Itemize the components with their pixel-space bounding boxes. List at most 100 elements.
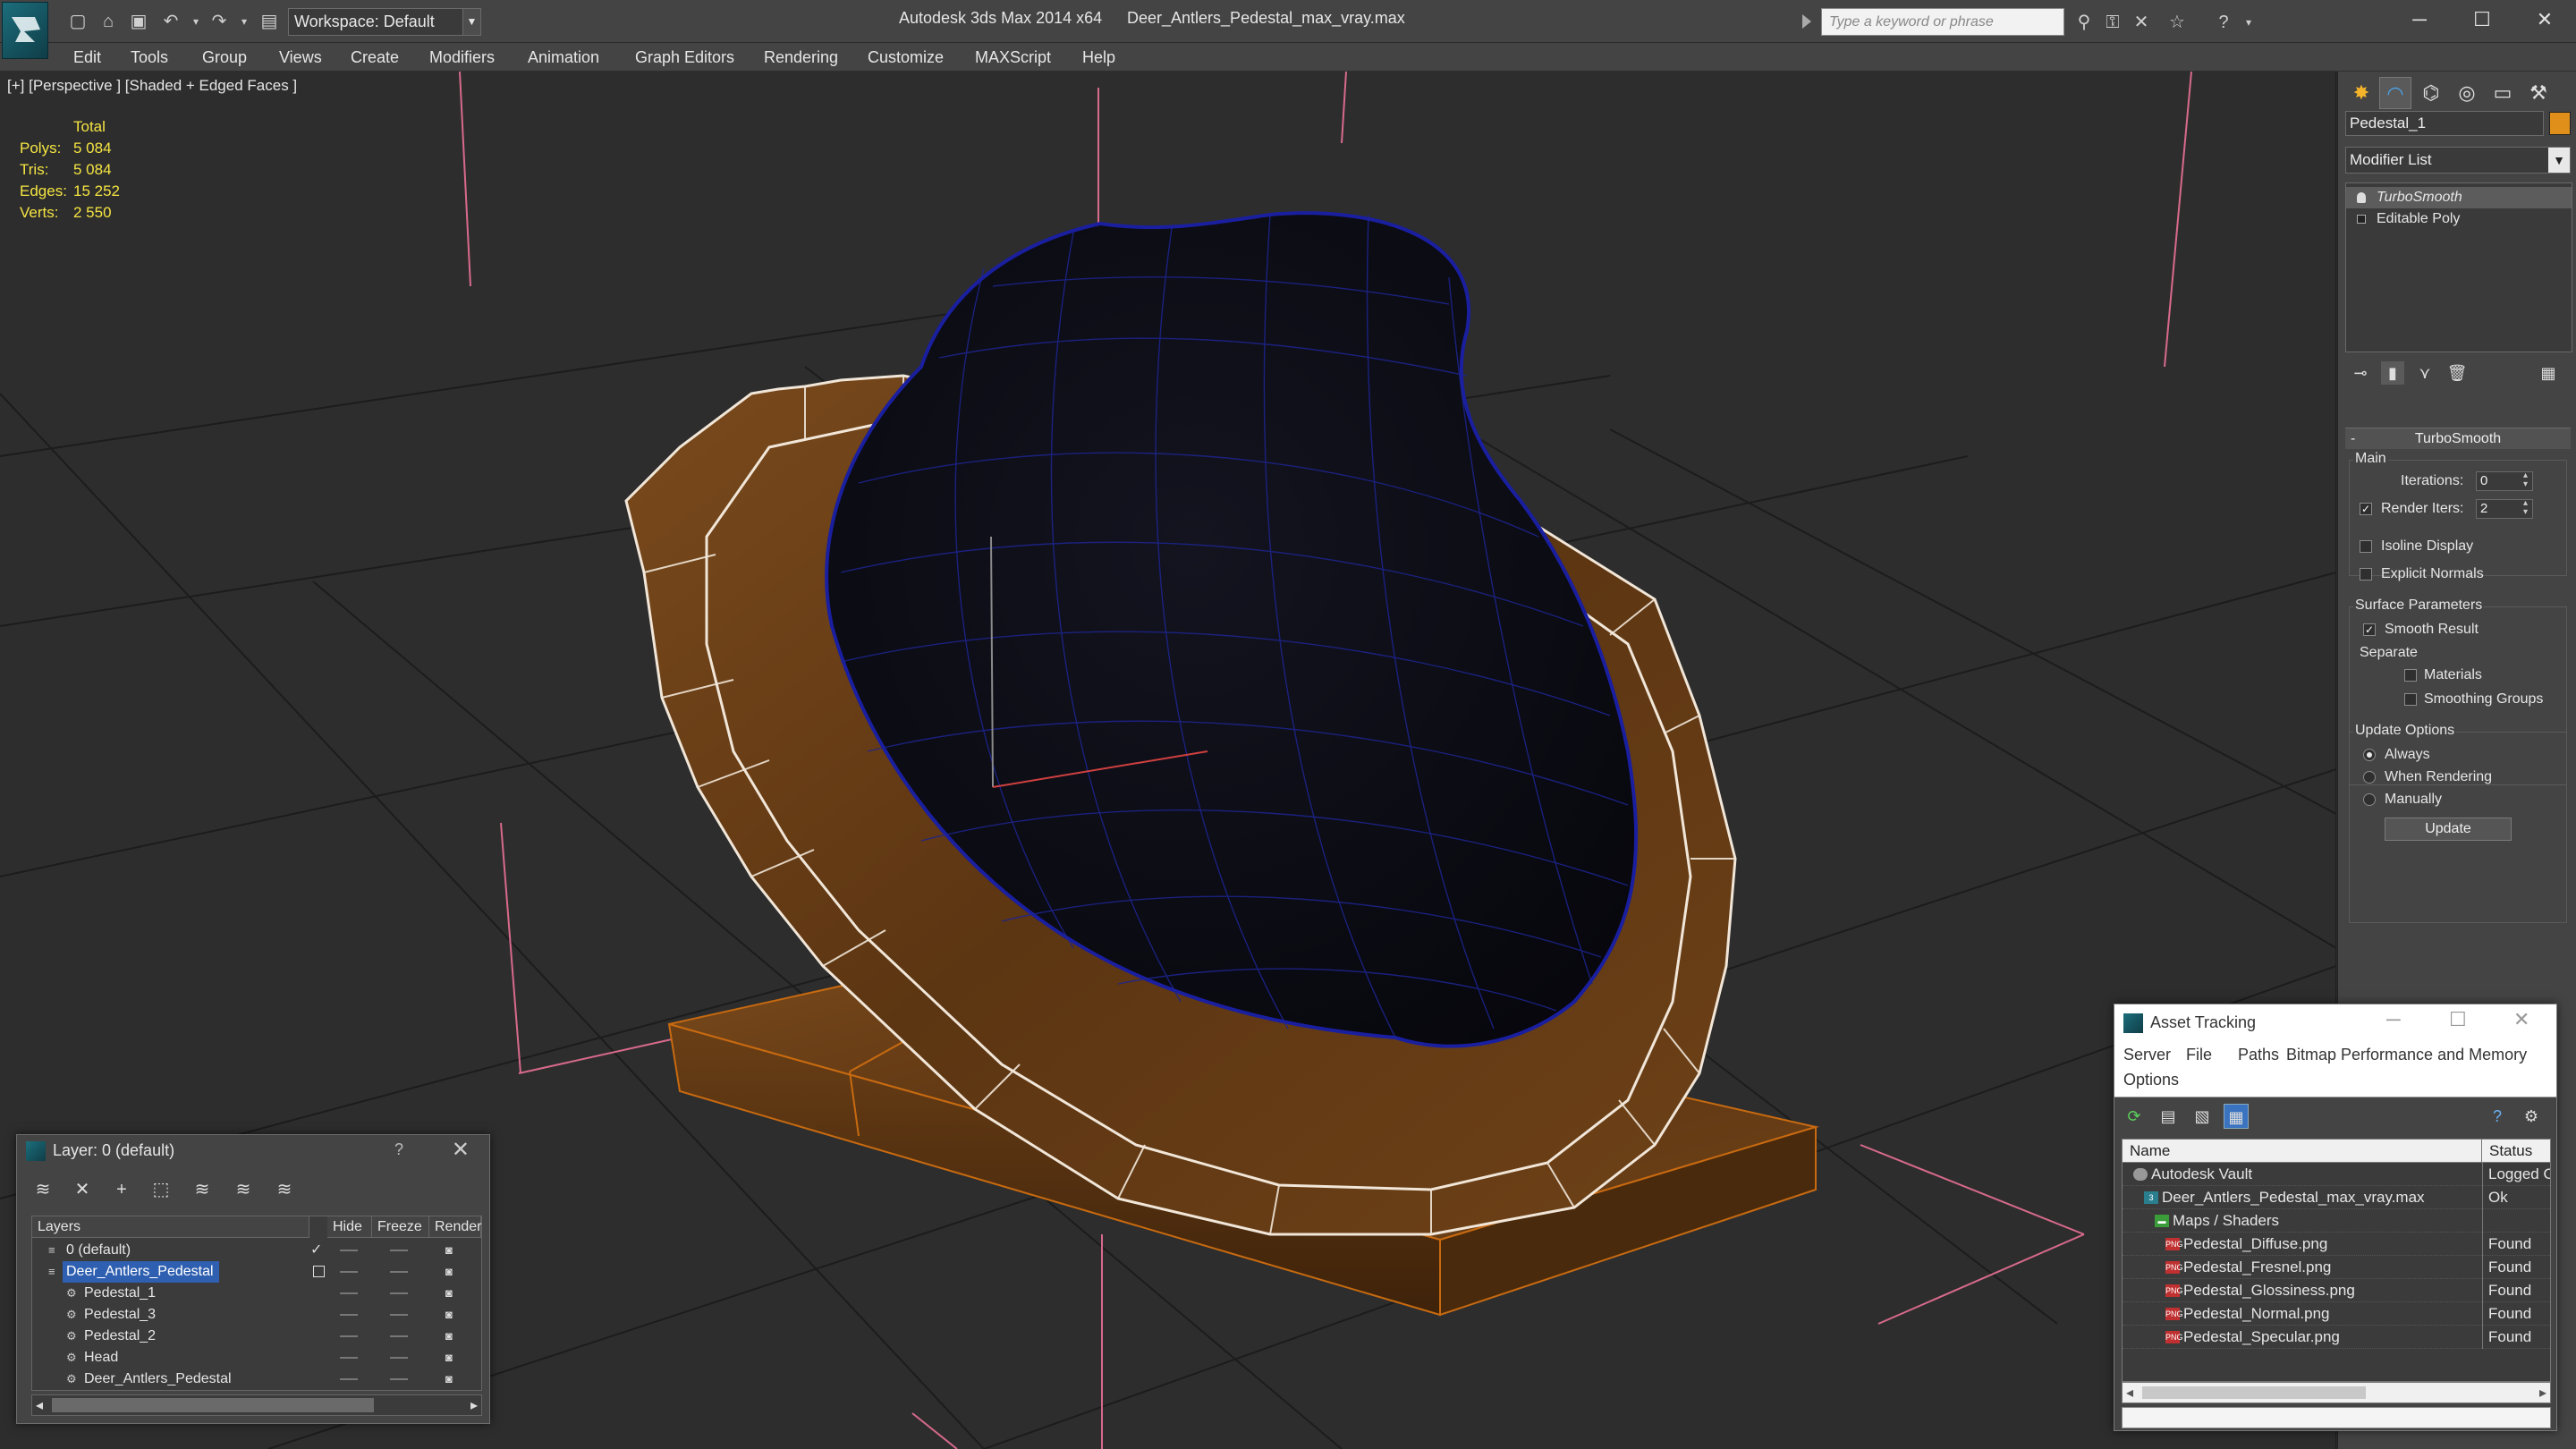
expand-box-icon[interactable]: [2357, 215, 2366, 224]
refresh-icon[interactable]: ⟳: [2122, 1104, 2147, 1129]
exchange-icon[interactable]: ✕: [2129, 10, 2154, 35]
tab-utilities-icon[interactable]: ⚒: [2522, 77, 2555, 109]
menu-modifiers[interactable]: Modifiers: [429, 47, 495, 68]
table-view-icon[interactable]: ▦: [2224, 1104, 2249, 1129]
menu-paths[interactable]: Paths: [2238, 1046, 2279, 1064]
menu-options[interactable]: Options: [2123, 1071, 2179, 1089]
star-icon[interactable]: ☆: [2165, 10, 2190, 35]
open-file-icon[interactable]: ⌂: [95, 9, 122, 34]
create-layer-icon[interactable]: ≋: [30, 1176, 56, 1203]
layer-row[interactable]: ⚙ Head ◙: [32, 1347, 481, 1368]
select-objects-icon[interactable]: ⬚: [148, 1176, 174, 1203]
freeze-toggle[interactable]: [390, 1335, 408, 1337]
menu-create[interactable]: Create: [351, 47, 399, 68]
menu-help[interactable]: Help: [1082, 47, 1115, 68]
binoculars-icon[interactable]: ⚲: [2072, 10, 2097, 35]
modifier-list-dropdown[interactable]: Modifier List ▼: [2345, 147, 2571, 174]
asset-dialog-titlebar[interactable]: Asset Tracking ─ ☐ ✕: [2114, 1004, 2556, 1040]
menu-animation[interactable]: Animation: [528, 47, 599, 68]
tab-display-icon[interactable]: ▭: [2487, 77, 2519, 109]
menu-bitmap-performance[interactable]: Bitmap Performance and Memory: [2286, 1046, 2527, 1064]
asset-row[interactable]: ▬ Maps / Shaders: [2123, 1209, 2550, 1233]
search-input[interactable]: Type a keyword or phrase: [1802, 8, 2064, 36]
hide-toggle[interactable]: [340, 1292, 358, 1294]
smooth-result-checkbox[interactable]: ✓: [2363, 623, 2376, 636]
asset-path-field[interactable]: [2122, 1407, 2551, 1428]
render-teapot-icon[interactable]: ◙: [445, 1373, 460, 1385]
scroll-left-icon[interactable]: ◂: [36, 1396, 43, 1414]
hide-toggle[interactable]: [340, 1271, 358, 1273]
new-file-icon[interactable]: ▢: [64, 9, 91, 34]
materials-checkbox[interactable]: [2404, 669, 2417, 682]
hide-toggle[interactable]: [340, 1314, 358, 1316]
hide-all-layers-icon[interactable]: ≋: [230, 1176, 257, 1203]
menu-file[interactable]: File: [2186, 1046, 2212, 1064]
layer-dialog-titlebar[interactable]: Layer: 0 (default) ? ✕: [17, 1135, 489, 1165]
close-window-button[interactable]: ✕: [2515, 0, 2574, 39]
redo-icon[interactable]: ↷: [206, 9, 233, 34]
close-icon[interactable]: ✕: [452, 1137, 470, 1163]
close-icon[interactable]: ✕: [2513, 1008, 2529, 1031]
project-folder-icon[interactable]: ▤: [256, 9, 283, 34]
stack-item-editable-poly[interactable]: Editable Poly: [2346, 208, 2572, 230]
maximize-button[interactable]: ☐: [2453, 0, 2512, 39]
menu-server[interactable]: Server: [2123, 1046, 2171, 1064]
iterations-spinner[interactable]: 0: [2476, 471, 2533, 491]
column-hide[interactable]: Hide: [327, 1216, 372, 1238]
help-icon[interactable]: ?: [2485, 1104, 2510, 1129]
list-view-icon[interactable]: ▤: [2156, 1104, 2181, 1129]
hide-toggle[interactable]: [340, 1357, 358, 1359]
scroll-right-icon[interactable]: ▸: [2539, 1384, 2546, 1402]
settings-icon[interactable]: ⚙: [2519, 1104, 2544, 1129]
asset-horizontal-scrollbar[interactable]: ◂ ▸: [2122, 1382, 2551, 1403]
turbosmooth-rollout-header[interactable]: - TurboSmooth: [2345, 428, 2571, 449]
add-to-layer-icon[interactable]: +: [108, 1176, 135, 1203]
object-color-swatch[interactable]: [2549, 112, 2571, 135]
column-render[interactable]: Render: [429, 1216, 481, 1238]
set-current-layer-box[interactable]: [313, 1266, 325, 1277]
layer-row[interactable]: ⚙ Pedestal_2 ◙: [32, 1326, 481, 1347]
save-file-icon[interactable]: ▣: [125, 9, 152, 34]
object-name-field[interactable]: Pedestal_1: [2345, 111, 2544, 136]
tab-create-icon[interactable]: ✸: [2345, 77, 2377, 109]
viewport-label[interactable]: [+] [Perspective ] [Shaded + Edged Faces…: [7, 77, 297, 95]
menu-group[interactable]: Group: [202, 47, 247, 68]
help-dropdown-icon[interactable]: ▾: [2236, 10, 2261, 35]
menu-edit[interactable]: Edit: [73, 47, 101, 68]
when-rendering-radio[interactable]: [2363, 771, 2376, 784]
isoline-display-checkbox[interactable]: [2360, 540, 2372, 553]
delete-layer-icon[interactable]: ✕: [69, 1176, 96, 1203]
layer-horizontal-scrollbar[interactable]: ◂ ▸: [31, 1394, 482, 1416]
menu-views[interactable]: Views: [279, 47, 322, 68]
render-teapot-icon[interactable]: ◙: [445, 1352, 460, 1364]
redo-dropdown-icon[interactable]: ▾: [231, 9, 258, 34]
minimize-button[interactable]: ─: [2390, 0, 2449, 39]
freeze-all-layers-icon[interactable]: ≋: [271, 1176, 298, 1203]
tab-motion-icon[interactable]: ◎: [2451, 77, 2483, 109]
tab-hierarchy-icon[interactable]: ⌬: [2415, 77, 2447, 109]
menu-maxscript[interactable]: MAXScript: [975, 47, 1051, 68]
menu-customize[interactable]: Customize: [868, 47, 944, 68]
layer-row[interactable]: ≡ Deer_Antlers_Pedestal ◙: [32, 1261, 481, 1283]
hide-toggle[interactable]: [340, 1335, 358, 1337]
manually-radio[interactable]: [2363, 793, 2376, 806]
remove-modifier-icon[interactable]: 🗑: [2445, 361, 2469, 385]
help-button[interactable]: ?: [394, 1140, 403, 1159]
minimize-icon[interactable]: ─: [2386, 1008, 2401, 1031]
scroll-right-icon[interactable]: ▸: [470, 1396, 478, 1414]
asset-row[interactable]: PNG Pedestal_Normal.png Found: [2123, 1302, 2550, 1326]
menu-graph-editors[interactable]: Graph Editors: [635, 47, 734, 68]
app-menu-button[interactable]: [2, 2, 48, 59]
render-teapot-icon[interactable]: ◙: [445, 1287, 460, 1300]
freeze-toggle[interactable]: [390, 1292, 408, 1294]
render-teapot-icon[interactable]: ◙: [445, 1309, 460, 1321]
configure-sets-icon[interactable]: ▦: [2537, 361, 2560, 385]
render-teapot-icon[interactable]: ◙: [445, 1330, 460, 1343]
freeze-toggle[interactable]: [390, 1357, 408, 1359]
explicit-normals-checkbox[interactable]: [2360, 568, 2372, 580]
scroll-thumb[interactable]: [2142, 1386, 2366, 1399]
lightbulb-icon[interactable]: [2357, 192, 2366, 203]
make-unique-icon[interactable]: ⋎: [2413, 361, 2436, 385]
freeze-toggle[interactable]: [390, 1378, 408, 1380]
layer-row[interactable]: ⚙ Pedestal_1 ◙: [32, 1283, 481, 1304]
